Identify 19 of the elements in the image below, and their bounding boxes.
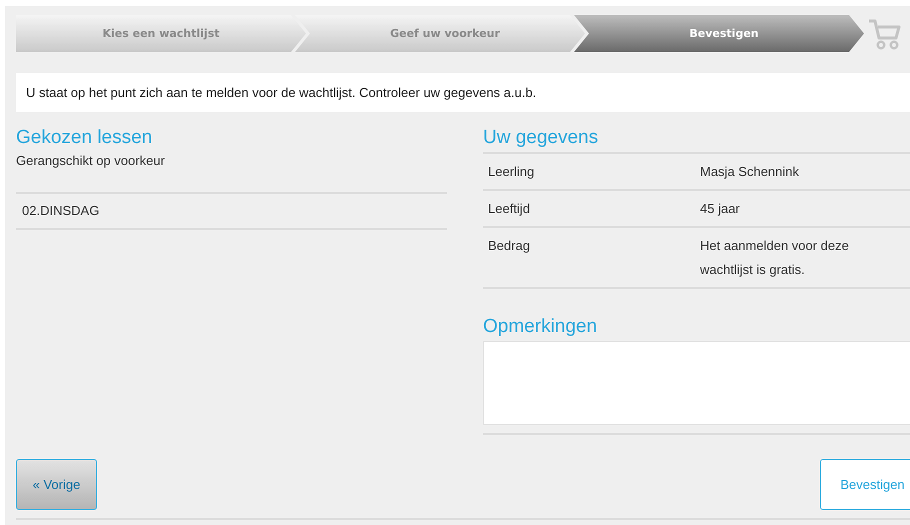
section-title: Uw gegevens bbox=[483, 126, 600, 150]
wizard-step[interactable]: Bevestigen bbox=[574, 15, 864, 52]
detail-value: Masja Schennink bbox=[700, 163, 800, 181]
wizard-step[interactable]: Geef uw voorkeur bbox=[295, 15, 585, 52]
detail-label: Bedrag bbox=[487, 237, 531, 255]
confirm-button[interactable]: Bevestigen bbox=[820, 459, 910, 510]
detail-value: 45 jaar bbox=[700, 200, 741, 218]
detail-label: Leeftijd bbox=[487, 200, 531, 218]
wizard-step[interactable]: Kies een wachtlijst bbox=[16, 15, 306, 52]
remarks-field[interactable] bbox=[483, 341, 910, 425]
section-title: Opmerkingen bbox=[483, 315, 598, 339]
section-title: Gekozen lessen bbox=[16, 126, 154, 150]
info-message: U staat op het punt zich aan te melden voor de wachtlijst. Controleer uw gegevens a.u.b. bbox=[16, 73, 910, 112]
cart-icon[interactable] bbox=[868, 18, 902, 50]
back-button[interactable]: « Vorige bbox=[16, 459, 97, 510]
subtitle: Gerangschikt op voorkeur bbox=[16, 153, 166, 168]
detail-value: Het aanmelden voor deze wachtlijst is gratis. bbox=[700, 237, 850, 279]
lesson-item: 02.DINSDAG bbox=[16, 194, 447, 230]
detail-label: Leerling bbox=[487, 163, 536, 181]
